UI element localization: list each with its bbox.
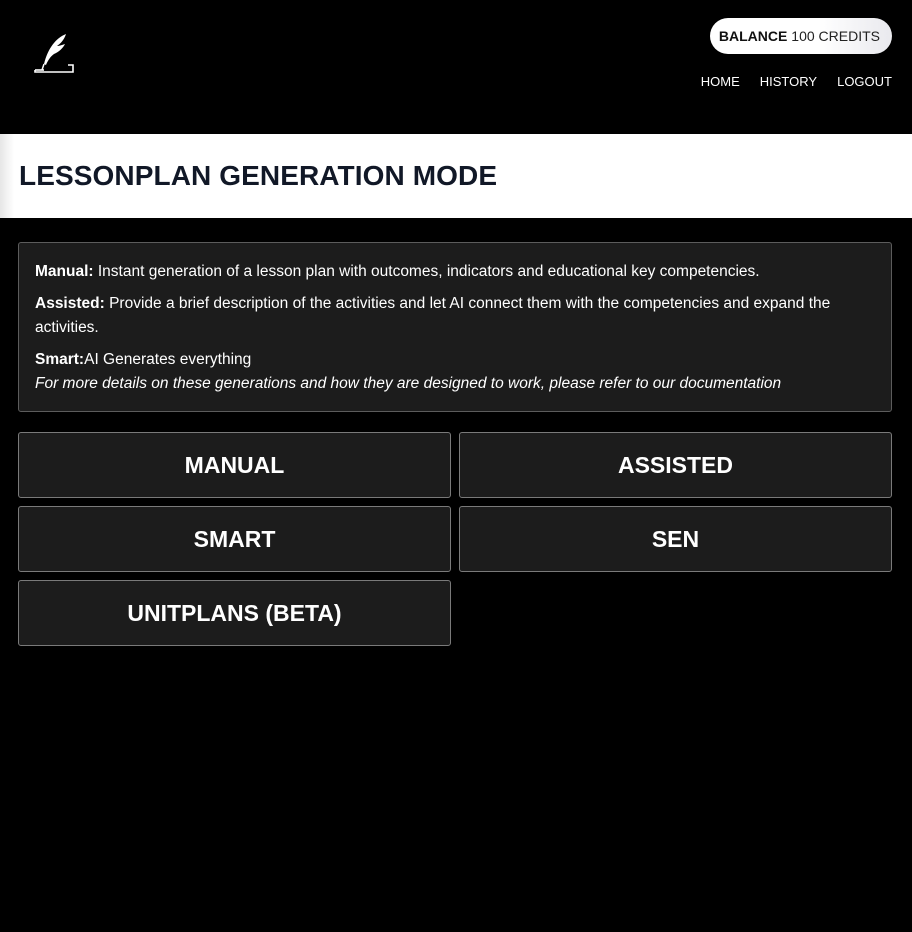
nav-logout-link[interactable]: LOGOUT bbox=[837, 74, 892, 89]
manual-description: Manual: Instant generation of a lesson p… bbox=[35, 260, 875, 284]
top-header: BALANCE 100 CREDITS HOME HISTORY LOGOUT bbox=[0, 0, 912, 134]
assisted-description-label: Assisted: bbox=[35, 295, 105, 312]
balance-label: BALANCE bbox=[718, 28, 788, 44]
smart-description-text: AI Generates everything bbox=[84, 351, 252, 368]
assisted-mode-button[interactable]: ASSISTED bbox=[459, 432, 892, 498]
nav-home-link[interactable]: HOME bbox=[701, 74, 740, 89]
assisted-description: Assisted: Provide a brief description of… bbox=[35, 292, 875, 340]
quill-pen-icon[interactable] bbox=[32, 32, 76, 76]
assisted-description-text: Provide a brief description of the activ… bbox=[35, 295, 831, 336]
sen-mode-button[interactable]: SEN bbox=[459, 506, 892, 572]
smart-description-label: Smart: bbox=[35, 351, 85, 368]
documentation-note: For more details on these generations an… bbox=[35, 375, 782, 392]
nav-history-link[interactable]: HISTORY bbox=[760, 74, 817, 89]
smart-mode-button[interactable]: SMART bbox=[18, 506, 451, 572]
page-title-band: LESSONPLAN GENERATION MODE bbox=[0, 134, 912, 218]
smart-description: Smart:AI Generates everything bbox=[35, 348, 875, 372]
mode-button-grid: MANUAL ASSISTED SMART SEN UNITPLANS (BET… bbox=[18, 432, 892, 646]
manual-description-label: Manual: bbox=[35, 263, 94, 280]
unitplans-mode-button[interactable]: UNITPLANS (BETA) bbox=[18, 580, 451, 646]
balance-amount: 100 CREDITS bbox=[791, 28, 880, 44]
manual-description-text: Instant generation of a lesson plan with… bbox=[93, 263, 760, 280]
balance-badge: BALANCE 100 CREDITS bbox=[709, 18, 892, 54]
page-title: LESSONPLAN GENERATION MODE bbox=[19, 160, 498, 191]
top-nav: HOME HISTORY LOGOUT bbox=[701, 74, 892, 89]
mode-description-panel: Manual: Instant generation of a lesson p… bbox=[18, 242, 892, 412]
manual-mode-button[interactable]: MANUAL bbox=[18, 432, 451, 498]
